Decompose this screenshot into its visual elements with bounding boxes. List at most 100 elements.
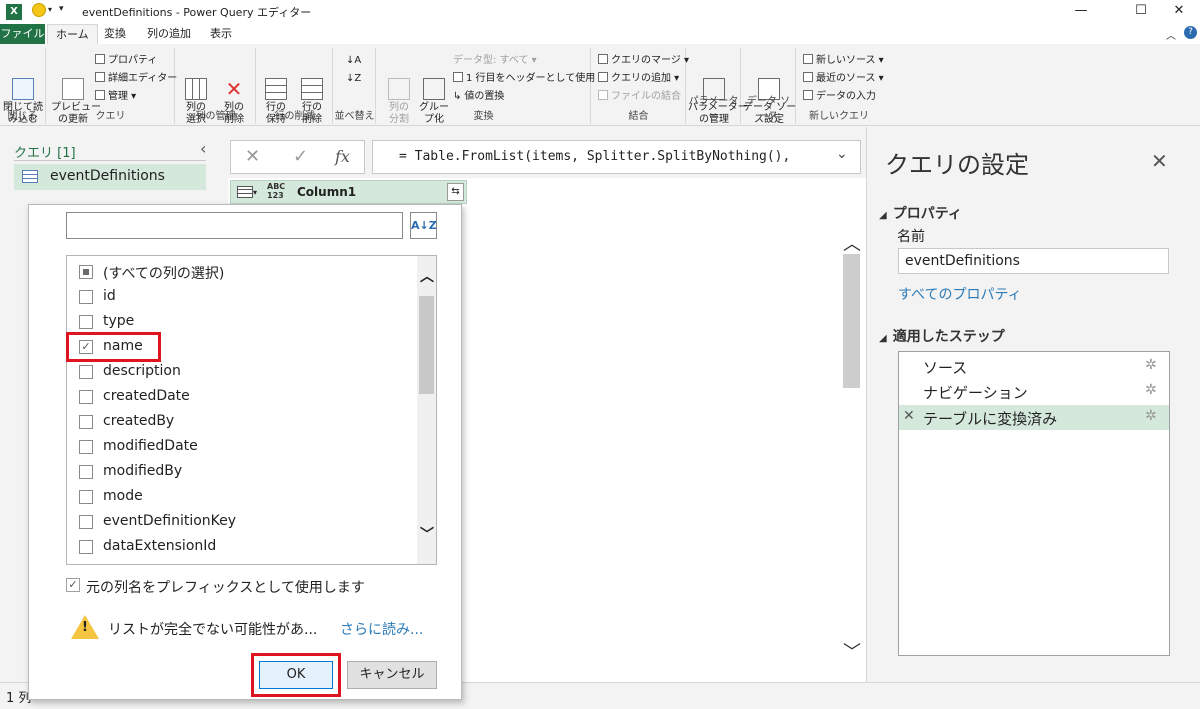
properties-button[interactable]: プロパティ bbox=[95, 54, 157, 68]
ribbon-tabs: ファイル ホーム 変換 列の追加 表示 ︿ ? bbox=[0, 24, 1200, 44]
smiley-icon[interactable] bbox=[32, 3, 46, 17]
commit-formula-icon[interactable]: ✓ bbox=[293, 146, 308, 167]
query-item-eventdefinitions[interactable]: eventDefinitions bbox=[14, 164, 206, 190]
scroll-thumb[interactable] bbox=[843, 254, 860, 388]
new-source-button[interactable]: 新しいソース ▾ bbox=[803, 54, 884, 68]
list-scroll-down-icon[interactable]: ﹀ bbox=[420, 524, 434, 544]
minimize-button[interactable]: — bbox=[1058, 0, 1104, 24]
group-by-button[interactable]: グルー プ化 bbox=[417, 54, 451, 138]
column-option[interactable]: eventDefinitionKey bbox=[67, 512, 417, 534]
use-first-row-headers-button[interactable]: 1 行目をヘッダーとして使用 ▾ bbox=[453, 72, 603, 86]
column-checkbox[interactable] bbox=[79, 365, 93, 379]
help-icon[interactable]: ? bbox=[1184, 26, 1197, 39]
enter-data-button[interactable]: データの入力 bbox=[803, 90, 876, 104]
type-any-icon[interactable]: ABC 123 bbox=[267, 182, 285, 200]
column-option-label: createdBy bbox=[103, 413, 175, 429]
split-column-button[interactable]: 列の 分割 bbox=[381, 54, 417, 138]
column-option[interactable]: mode bbox=[67, 487, 417, 509]
select-all-checkbox[interactable] bbox=[79, 265, 93, 279]
column-option[interactable]: modifiedDate bbox=[67, 437, 417, 459]
keep-rows-button[interactable]: 行の 保持 bbox=[259, 54, 293, 138]
choose-columns-button[interactable]: 列の 選択 bbox=[178, 54, 214, 138]
prefix-checkbox[interactable]: ✓ bbox=[66, 578, 80, 592]
column-checkbox[interactable] bbox=[79, 490, 93, 504]
list-scrollbar[interactable]: ︿ ﹀ bbox=[417, 256, 436, 564]
close-button[interactable]: ✕ bbox=[1156, 0, 1200, 24]
remove-columns-button[interactable]: ✕ 列の 削除 bbox=[216, 54, 252, 138]
tab-home[interactable]: ホーム bbox=[47, 24, 98, 44]
column-option[interactable]: createdBy bbox=[67, 412, 417, 434]
prefix-option[interactable]: ✓ 元の列名をプレフィックスとして使用します bbox=[66, 576, 446, 598]
sort-descending-button[interactable]: ↓Z bbox=[346, 72, 361, 86]
enter-data-label: データの入力 bbox=[816, 91, 876, 102]
column-option[interactable]: id bbox=[67, 287, 417, 309]
step-settings-icon[interactable]: ✲ bbox=[1145, 357, 1157, 373]
query-name-input[interactable]: eventDefinitions bbox=[898, 248, 1169, 274]
advanced-editor-icon bbox=[95, 72, 105, 82]
close-settings-icon[interactable]: ✕ bbox=[1151, 149, 1168, 173]
column-checkbox[interactable] bbox=[79, 390, 93, 404]
read-more-link[interactable]: さらに読み... bbox=[340, 619, 423, 639]
tab-transform[interactable]: 変換 bbox=[96, 24, 134, 44]
tab-view[interactable]: 表示 bbox=[202, 24, 240, 44]
step-settings-icon[interactable]: ✲ bbox=[1145, 408, 1157, 424]
column-option-label: mode bbox=[103, 488, 143, 504]
column-option[interactable]: description bbox=[67, 362, 417, 384]
list-scroll-up-icon[interactable]: ︿ bbox=[420, 266, 434, 286]
step-item[interactable]: ナビゲーション ✲ bbox=[899, 379, 1169, 403]
advanced-editor-button[interactable]: 詳細エディター bbox=[95, 72, 177, 86]
column-checkbox[interactable] bbox=[79, 315, 93, 329]
column-checkbox[interactable] bbox=[79, 515, 93, 529]
collapse-ribbon-icon[interactable]: ︿ bbox=[1166, 27, 1176, 42]
step-item[interactable]: ソース ✲ bbox=[899, 354, 1169, 378]
sort-ascending-button[interactable]: ↓A bbox=[346, 54, 361, 68]
merge-queries-button[interactable]: クエリのマージ ▾ bbox=[598, 54, 689, 68]
table-menu-dropdown-icon[interactable]: ▾ bbox=[253, 188, 257, 197]
step-item-selected[interactable]: ✕ テーブルに変換済み ✲ bbox=[899, 405, 1169, 430]
refresh-preview-button[interactable]: プレビュー の更新 bbox=[51, 54, 101, 138]
column-checkbox[interactable] bbox=[79, 540, 93, 554]
delete-step-icon[interactable]: ✕ bbox=[903, 408, 915, 424]
column-option[interactable]: dataExtensionId bbox=[67, 537, 417, 559]
table-menu-icon[interactable] bbox=[237, 186, 253, 198]
cancel-formula-icon[interactable]: ✕ bbox=[245, 146, 260, 167]
scroll-up-icon[interactable]: ︿ bbox=[843, 230, 861, 256]
collapse-pane-icon[interactable]: ‹ bbox=[200, 139, 206, 158]
tab-add-column[interactable]: 列の追加 bbox=[139, 24, 199, 44]
remove-rows-button[interactable]: 行の 削除 bbox=[295, 54, 329, 138]
column-checkbox[interactable] bbox=[79, 290, 93, 304]
recent-sources-button[interactable]: 最近のソース ▾ bbox=[803, 72, 884, 86]
column-header-column1[interactable]: ▾ ABC 123 Column1 ⇆ bbox=[230, 180, 467, 204]
customize-qat-icon[interactable]: ▾ bbox=[59, 4, 64, 14]
column-option[interactable]: modifiedBy bbox=[67, 462, 417, 484]
column-search-input[interactable] bbox=[66, 212, 403, 239]
column-checkbox[interactable] bbox=[79, 465, 93, 479]
manage-button[interactable]: 管理 ▾ bbox=[95, 90, 136, 104]
properties-section[interactable]: ◢ プロパティ bbox=[879, 203, 962, 223]
expand-formula-icon[interactable]: ⌄ bbox=[836, 146, 848, 162]
select-all-columns[interactable]: (すべての列の選択) bbox=[67, 262, 417, 284]
column-option[interactable]: type bbox=[67, 312, 417, 334]
formula-input[interactable]: = Table.FromList(items, Splitter.SplitBy… bbox=[372, 140, 861, 174]
step-label: ナビゲーション bbox=[923, 384, 1028, 402]
qat-dropdown-icon[interactable]: ▾ bbox=[48, 5, 52, 14]
list-scroll-thumb[interactable] bbox=[419, 296, 434, 394]
column-checkbox[interactable] bbox=[79, 440, 93, 454]
grid-vertical-scrollbar[interactable]: ︿ ﹀ bbox=[839, 212, 863, 667]
cancel-button[interactable]: キャンセル bbox=[347, 661, 437, 689]
data-type-dropdown[interactable]: データ型: すべて ▾ bbox=[453, 54, 537, 68]
expand-column-icon[interactable]: ⇆ bbox=[447, 183, 464, 201]
applied-steps-section[interactable]: ◢ 適用したステップ bbox=[879, 326, 1005, 346]
column-option[interactable]: createdDate bbox=[67, 387, 417, 409]
close-and-load-button[interactable]: 閉じて読 み込む bbox=[2, 54, 44, 138]
combine-files-button[interactable]: ファイルの結合 bbox=[598, 90, 681, 104]
tab-file[interactable]: ファイル bbox=[0, 24, 45, 44]
replace-values-button[interactable]: ↳ 値の置換 bbox=[453, 90, 504, 104]
column-checkbox[interactable] bbox=[79, 415, 93, 429]
append-queries-button[interactable]: クエリの追加 ▾ bbox=[598, 72, 679, 86]
scroll-down-icon[interactable]: ﹀ bbox=[843, 638, 861, 664]
step-settings-icon[interactable]: ✲ bbox=[1145, 382, 1157, 398]
fx-icon[interactable]: fx bbox=[335, 147, 350, 166]
sort-az-icon[interactable]: A↓Z bbox=[410, 212, 437, 239]
all-properties-link[interactable]: すべてのプロパティ bbox=[898, 284, 1022, 304]
